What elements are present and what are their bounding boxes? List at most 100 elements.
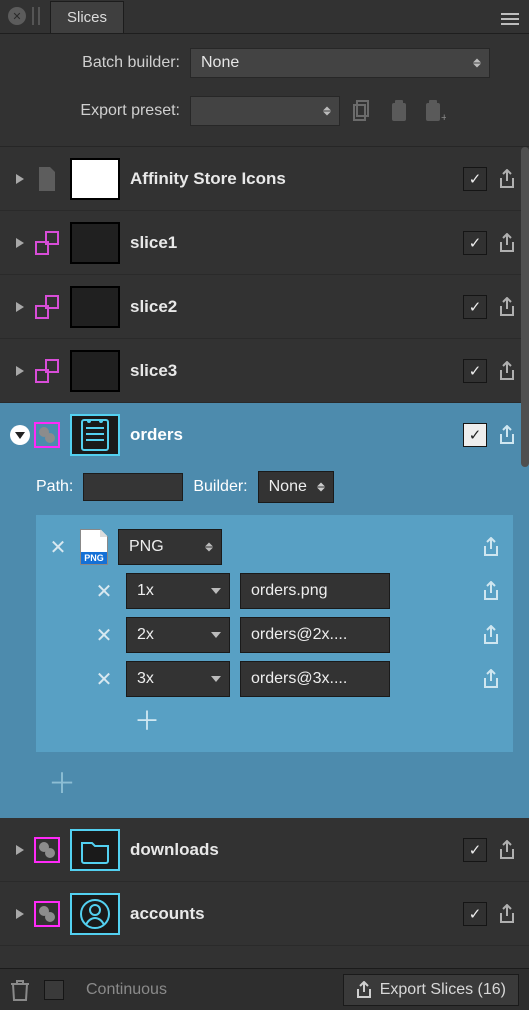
scale-value: 1x xyxy=(137,582,154,600)
filename-input[interactable]: orders@2x.... xyxy=(240,617,390,653)
tab-label: Slices xyxy=(67,9,107,26)
batch-builder-value: None xyxy=(201,54,239,72)
disclosure-icon[interactable] xyxy=(8,423,32,447)
builder-dropdown[interactable]: None xyxy=(258,471,334,503)
export-slices-label: Export Slices (16) xyxy=(380,981,506,999)
include-checkbox[interactable]: ✓ xyxy=(463,423,487,447)
export-icon[interactable] xyxy=(495,359,519,383)
export-icon[interactable] xyxy=(479,579,503,603)
export-preset-dropdown[interactable] xyxy=(190,96,340,126)
export-icon[interactable] xyxy=(495,167,519,191)
path-label: Path: xyxy=(36,478,73,496)
scale-dropdown[interactable]: 2x xyxy=(126,617,230,653)
layer-type-icon xyxy=(32,899,62,929)
slice-thumbnail xyxy=(70,222,120,264)
format-dropdown[interactable]: PNG xyxy=(118,529,222,565)
export-icon[interactable] xyxy=(495,902,519,926)
export-icon[interactable] xyxy=(479,535,503,559)
disclosure-icon[interactable] xyxy=(8,295,32,319)
slice-row: Affinity Store Icons ✓ xyxy=(0,147,529,211)
add-format-icon[interactable]: ＋ xyxy=(48,762,529,802)
remove-format-icon[interactable]: ✕ xyxy=(46,535,70,559)
scale-value: 3x xyxy=(137,670,154,688)
clipboard-icon[interactable] xyxy=(386,96,412,126)
layer-type-icon xyxy=(32,835,62,865)
filename-input[interactable]: orders@3x.... xyxy=(240,661,390,697)
slice-name[interactable]: accounts xyxy=(130,904,463,924)
include-checkbox[interactable]: ✓ xyxy=(463,167,487,191)
export-icon[interactable] xyxy=(495,838,519,862)
remove-scale-icon[interactable]: ✕ xyxy=(92,579,116,603)
slice-name[interactable]: Affinity Store Icons xyxy=(130,169,463,189)
chevron-down-icon xyxy=(211,676,221,682)
slice-name[interactable]: slice3 xyxy=(130,361,463,381)
disclosure-icon[interactable] xyxy=(8,359,32,383)
slice-type-icon xyxy=(32,228,62,258)
batch-builder-dropdown[interactable]: None xyxy=(190,48,490,78)
slice-row: accounts ✓ xyxy=(0,882,529,946)
remove-scale-icon[interactable]: ✕ xyxy=(92,667,116,691)
panel-close-icon[interactable]: ✕ xyxy=(8,7,26,25)
filename-value: orders@2x.... xyxy=(251,626,347,644)
include-checkbox[interactable]: ✓ xyxy=(463,295,487,319)
slice-row: downloads ✓ xyxy=(0,818,529,882)
include-checkbox[interactable]: ✓ xyxy=(463,359,487,383)
separator xyxy=(32,7,34,25)
slice-name[interactable]: orders xyxy=(130,425,463,445)
disclosure-icon[interactable] xyxy=(8,902,32,926)
updown-icon xyxy=(317,483,325,492)
separator xyxy=(38,7,40,25)
slice-name[interactable]: slice2 xyxy=(130,297,463,317)
path-input[interactable] xyxy=(83,473,183,501)
panel-menu-icon[interactable] xyxy=(501,13,519,25)
scale-dropdown[interactable]: 1x xyxy=(126,573,230,609)
updown-icon xyxy=(323,107,331,116)
scale-value: 2x xyxy=(137,626,154,644)
include-checkbox[interactable]: ✓ xyxy=(463,838,487,862)
slice-thumbnail xyxy=(70,350,120,392)
updown-icon xyxy=(473,59,481,68)
format-block: ✕ PNG PNG ✕ 1x orders.png xyxy=(36,515,513,752)
scrollbar[interactable] xyxy=(521,147,529,467)
filename-input[interactable]: orders.png xyxy=(240,573,390,609)
slice-thumbnail xyxy=(70,414,120,456)
slice-name[interactable]: downloads xyxy=(130,840,463,860)
builder-value: None xyxy=(269,478,307,496)
slice-thumbnail xyxy=(70,829,120,871)
remove-scale-icon[interactable]: ✕ xyxy=(92,623,116,647)
slice-row-selected: orders ✓ Path: Builder: None ✕ PNG PNG xyxy=(0,403,529,818)
chevron-down-icon xyxy=(211,588,221,594)
export-icon[interactable] xyxy=(479,623,503,647)
copy-preset-icon[interactable] xyxy=(350,96,376,126)
export-icon[interactable] xyxy=(479,667,503,691)
export-preset-label: Export preset: xyxy=(32,102,180,120)
slice-name[interactable]: slice1 xyxy=(130,233,463,253)
slice-type-icon xyxy=(32,292,62,322)
add-preset-icon[interactable]: + xyxy=(422,96,448,126)
disclosure-icon[interactable] xyxy=(8,838,32,862)
include-checkbox[interactable]: ✓ xyxy=(463,231,487,255)
export-icon[interactable] xyxy=(495,231,519,255)
batch-builder-label: Batch builder: xyxy=(32,54,180,72)
svg-text:+: + xyxy=(441,112,446,122)
disclosure-icon[interactable] xyxy=(8,231,32,255)
slice-thumbnail xyxy=(70,286,120,328)
continuous-label: Continuous xyxy=(86,981,167,999)
slice-type-icon xyxy=(32,356,62,386)
png-file-icon: PNG xyxy=(80,529,108,565)
include-checkbox[interactable]: ✓ xyxy=(463,902,487,926)
export-slices-button[interactable]: Export Slices (16) xyxy=(343,974,519,1006)
slice-row: slice2 ✓ xyxy=(0,275,529,339)
continuous-checkbox[interactable] xyxy=(44,980,64,1000)
builder-label: Builder: xyxy=(193,478,247,496)
scale-dropdown[interactable]: 3x xyxy=(126,661,230,697)
disclosure-icon[interactable] xyxy=(8,167,32,191)
trash-icon[interactable] xyxy=(10,978,30,1002)
slice-thumbnail xyxy=(70,893,120,935)
tab-slices[interactable]: Slices xyxy=(50,1,124,33)
filename-value: orders.png xyxy=(251,582,328,600)
png-badge: PNG xyxy=(81,552,107,564)
export-icon[interactable] xyxy=(495,295,519,319)
add-scale-icon[interactable]: ＋ xyxy=(134,701,503,738)
export-icon[interactable] xyxy=(495,423,519,447)
